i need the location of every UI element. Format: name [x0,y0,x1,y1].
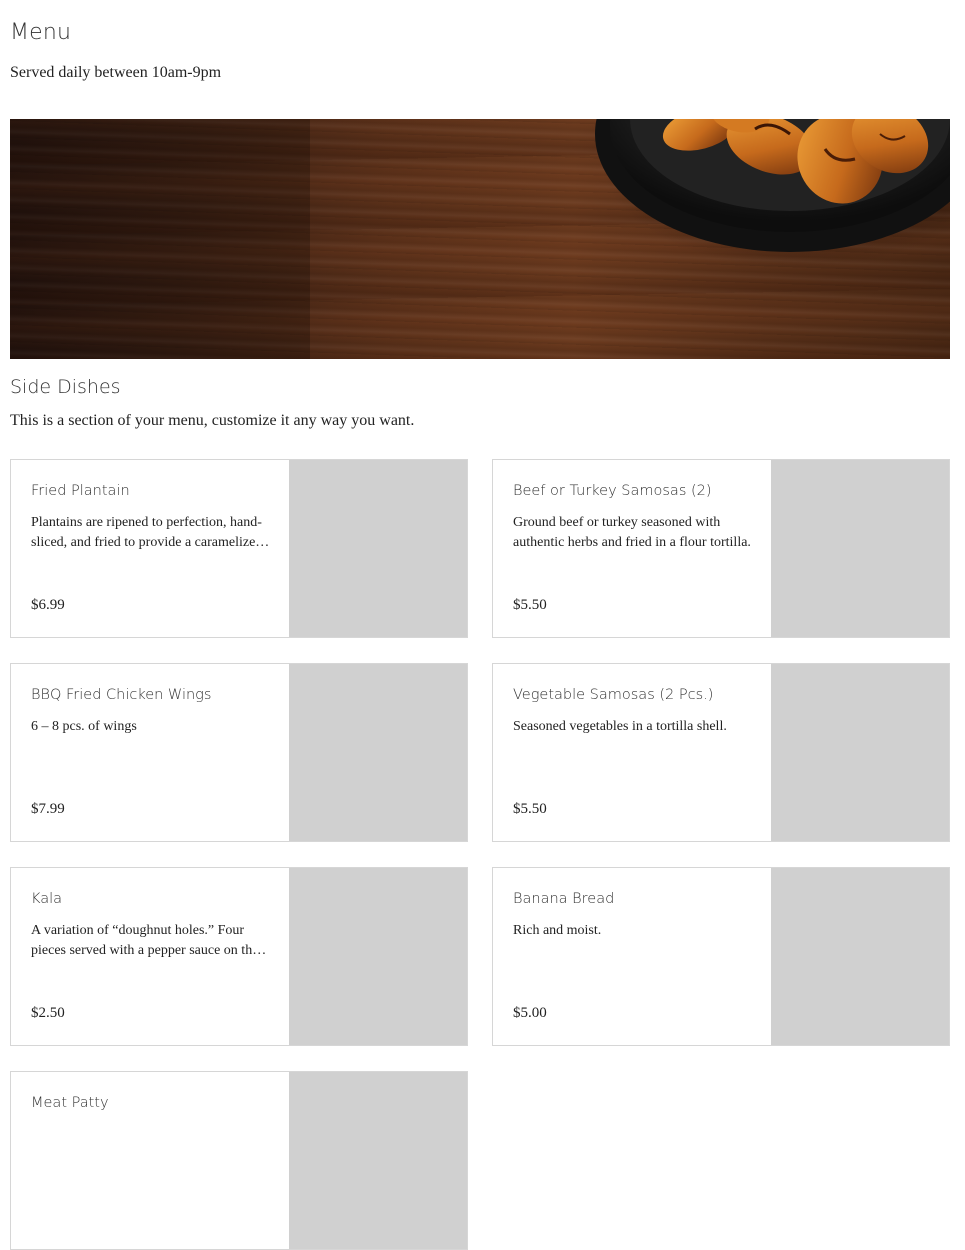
menu-item-name: Banana Bread [513,891,615,907]
menu-item-body: BBQ Fried Chicken Wings 6 – 8 pcs. of wi… [31,664,267,841]
menu-item-card: Kala A variation of “doughnut holes.” Fo… [10,867,468,1046]
section-description: This is a section of your menu, customiz… [10,412,415,429]
menu-item-description: Ground beef or turkey seasoned with auth… [513,515,751,550]
menu-item-price: $6.99 [31,597,65,613]
menu-item-card: Meat Patty [10,1071,468,1250]
hero-image [10,119,950,359]
menu-item-card: BBQ Fried Chicken Wings 6 – 8 pcs. of wi… [10,663,468,842]
menu-item-body: Vegetable Samosas (2 Pcs.) Seasoned vege… [513,664,749,841]
menu-item-image-placeholder [289,868,467,1045]
plantain-skillet-illustration [10,119,950,359]
menu-item-card: Banana Bread Rich and moist. $5.00 [492,867,950,1046]
menu-item-body: Kala A variation of “doughnut holes.” Fo… [31,868,267,1045]
menu-item-description: Plantains are ripened to perfection, han… [31,515,263,550]
menu-hours: Served daily between 10am-9pm [10,64,222,81]
menu-item-image-placeholder [289,460,467,637]
menu-item-price: $7.99 [31,801,65,817]
menu-item-image-placeholder [771,868,949,1045]
menu-item-card: Beef or Turkey Samosas (2) Ground beef o… [492,459,950,638]
section-title: Side Dishes [10,376,121,398]
menu-item-image-placeholder [771,460,949,637]
menu-item-name: Fried Plantain [31,483,130,499]
menu-item-description: A variation of “doughnut holes.” Four pi… [31,923,259,958]
menu-item-card: Vegetable Samosas (2 Pcs.) Seasoned vege… [492,663,950,842]
menu-item-description: 6 – 8 pcs. of wings [31,719,137,734]
menu-item-image-placeholder [289,1072,467,1249]
menu-title: Menu [10,20,72,45]
menu-item-body: Meat Patty [31,1072,267,1249]
menu-item-name: BBQ Fried Chicken Wings [31,687,212,703]
menu-item-name: Meat Patty [31,1095,109,1111]
menu-item-price: $5.50 [513,597,547,613]
menu-item-description: Seasoned vegetables in a tortilla shell. [513,719,727,734]
menu-item-card: Fried Plantain Plantains are ripened to … [10,459,468,638]
menu-item-price: $2.50 [31,1005,65,1021]
menu-items-grid: Fried Plantain Plantains are ripened to … [10,459,950,1250]
menu-item-description: Rich and moist. [513,923,602,938]
menu-item-body: Fried Plantain Plantains are ripened to … [31,460,267,637]
menu-item-image-placeholder [771,664,949,841]
menu-item-name: Vegetable Samosas (2 Pcs.) [513,687,714,703]
menu-item-body: Banana Bread Rich and moist. $5.00 [513,868,749,1045]
menu-item-name: Beef or Turkey Samosas (2) [513,483,712,499]
menu-item-image-placeholder [289,664,467,841]
menu-item-body: Beef or Turkey Samosas (2) Ground beef o… [513,460,751,637]
menu-item-name: Kala [31,891,63,907]
menu-item-price: $5.00 [513,1005,547,1021]
menu-item-price: $5.50 [513,801,547,817]
